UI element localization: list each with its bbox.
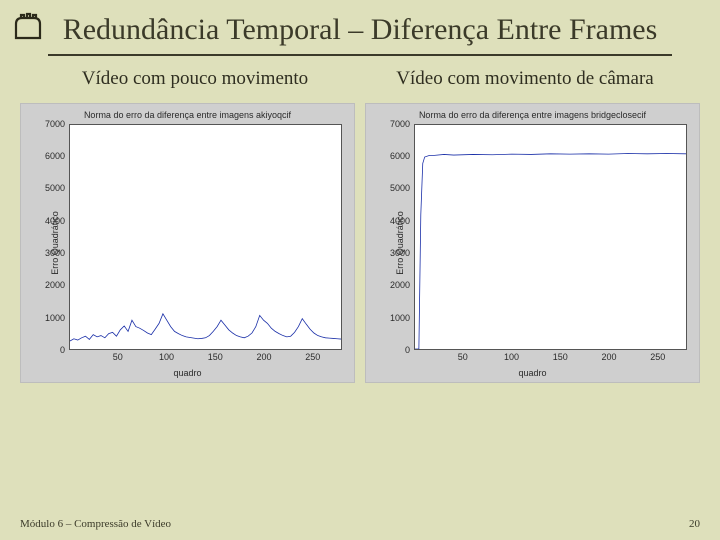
chart-right-xlabel: quadro	[366, 368, 699, 378]
title-underline	[48, 54, 672, 56]
subtitle-right: Vídeo com movimento de câmara	[360, 64, 690, 95]
subtitle-left: Vídeo com pouco movimento	[30, 64, 360, 95]
chart-right-title: Norma do erro da diferença entre imagens…	[366, 110, 699, 120]
chart-right: Norma do erro da diferença entre imagens…	[365, 103, 700, 383]
chart-left-plot	[69, 124, 342, 350]
chart-left: Norma do erro da diferença entre imagens…	[20, 103, 355, 383]
subtitles-row: Vídeo com pouco movimento Vídeo com movi…	[0, 64, 720, 103]
chart-left-xticks: 50100150200250	[69, 352, 342, 364]
chart-left-xlabel: quadro	[21, 368, 354, 378]
footer-page-number: 20	[689, 518, 700, 530]
chart-left-yticks: 01000200030004000500060007000	[39, 124, 67, 350]
charts-row: Norma do erro da diferença entre imagens…	[0, 103, 720, 383]
chart-left-title: Norma do erro da diferença entre imagens…	[21, 110, 354, 120]
chart-right-yticks: 01000200030004000500060007000	[384, 124, 412, 350]
slide-decor-icon	[10, 8, 46, 44]
footer-module: Módulo 6 – Compressão de Vídeo	[20, 518, 171, 530]
slide-title: Redundância Temporal – Diferença Entre F…	[0, 0, 720, 54]
chart-right-plot	[414, 124, 687, 350]
chart-right-xticks: 50100150200250	[414, 352, 687, 364]
slide-footer: Módulo 6 – Compressão de Vídeo 20	[20, 518, 700, 530]
